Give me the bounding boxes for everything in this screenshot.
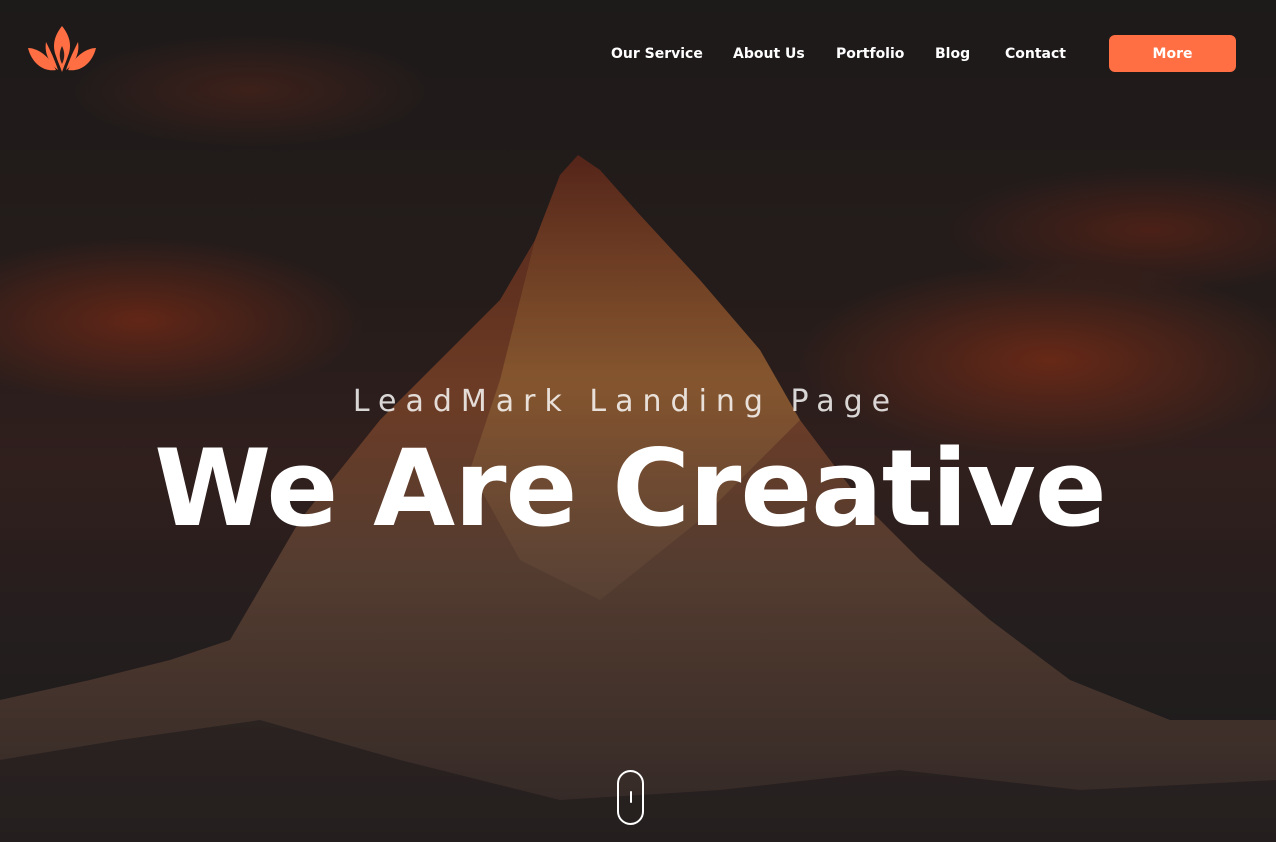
hero-headline: We Are Creative xyxy=(154,427,1107,550)
more-button-label: More xyxy=(1152,45,1193,62)
nav-link-about-us[interactable]: About Us xyxy=(733,44,805,64)
navbar: Our Service About Us Portfolio Blog Cont… xyxy=(0,0,1276,106)
hero-overlay xyxy=(0,0,1276,842)
scroll-wheel xyxy=(630,791,632,803)
nav-link-contact[interactable]: Contact xyxy=(1005,44,1066,64)
nav-link-portfolio[interactable]: Portfolio xyxy=(836,44,904,64)
nav-link-our-service[interactable]: Our Service xyxy=(611,44,703,64)
nav-link-blog[interactable]: Blog xyxy=(935,44,970,64)
lotus-flame-icon[interactable] xyxy=(26,24,98,76)
mouse-scroll-icon[interactable] xyxy=(617,770,644,825)
hero-background xyxy=(0,0,1276,842)
hero-subtitle: LeadMark Landing Page xyxy=(352,384,900,419)
more-button[interactable]: More xyxy=(1109,35,1236,72)
